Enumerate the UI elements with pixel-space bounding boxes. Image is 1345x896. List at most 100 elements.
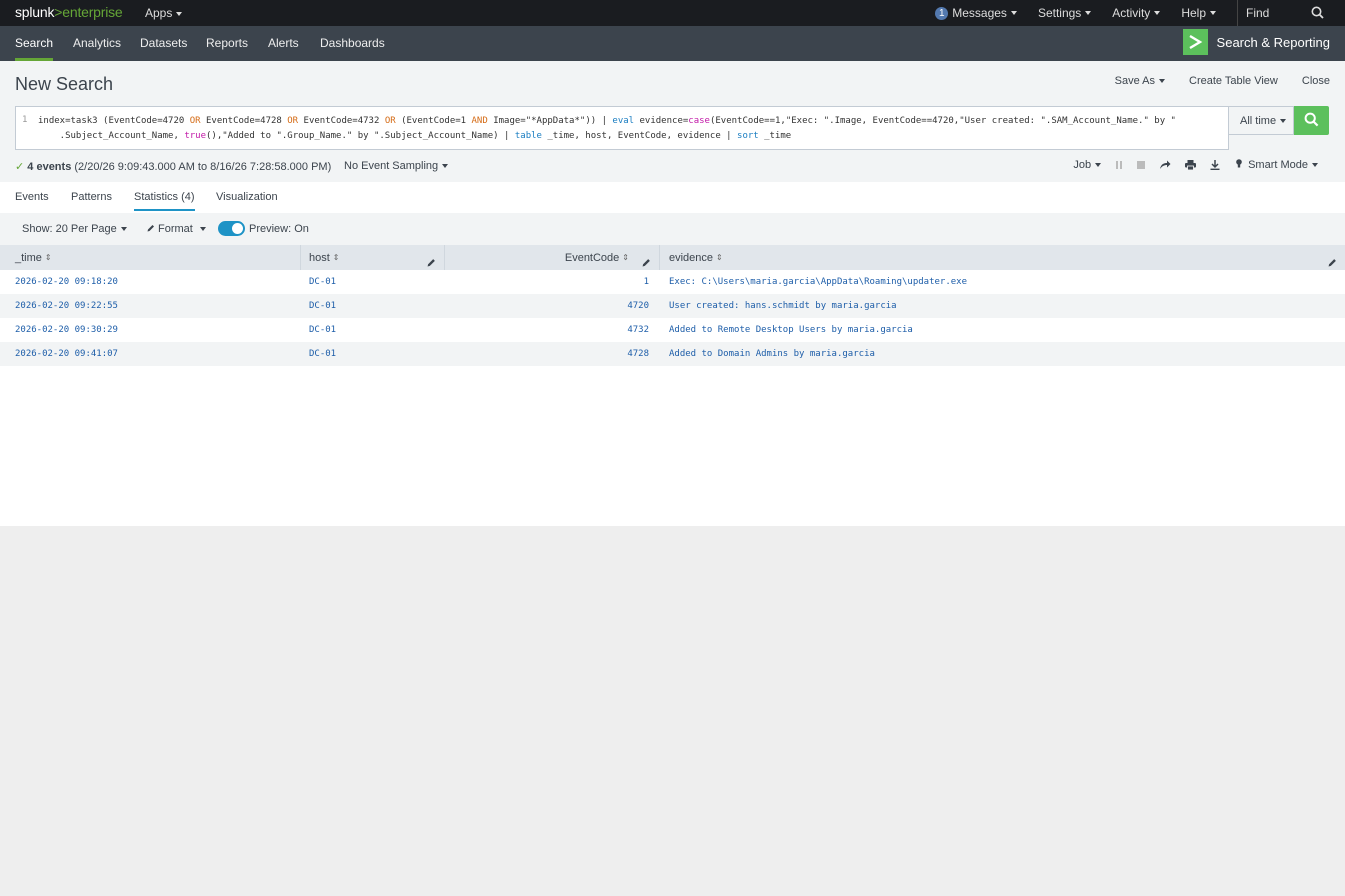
print-icon[interactable] bbox=[1185, 160, 1197, 170]
cell-host[interactable]: DC-01 bbox=[309, 301, 336, 311]
line-number: 1 bbox=[22, 115, 28, 125]
tab-reports[interactable]: Reports bbox=[206, 26, 248, 61]
column-header-time[interactable]: _time ⇕ bbox=[0, 245, 301, 270]
messages-count-badge: 1 bbox=[935, 6, 949, 20]
column-header-eventcode[interactable]: EventCode ⇕ bbox=[445, 245, 660, 270]
app-title-label: Search & Reporting bbox=[1216, 34, 1330, 50]
settings-label: Settings bbox=[1037, 6, 1082, 20]
time-range-label: All time bbox=[1240, 115, 1277, 127]
cell-host[interactable]: DC-01 bbox=[309, 325, 336, 335]
search-query-editor[interactable]: 1 index=task3 (EventCode=4720 OR EventCo… bbox=[15, 106, 1229, 150]
preview-toggle[interactable] bbox=[218, 221, 245, 236]
cell-time[interactable]: 2026-02-20 09:41:07 bbox=[15, 349, 118, 359]
search-status: ✓ 4 events (2/20/26 9:09:43.000 AM to 8/… bbox=[15, 160, 331, 173]
cell-time[interactable]: 2026-02-20 09:22:55 bbox=[15, 301, 118, 311]
column-header-evidence[interactable]: evidence ⇕ bbox=[660, 245, 1345, 270]
cell-time[interactable]: 2026-02-20 09:18:20 bbox=[15, 277, 118, 287]
cell-evidence[interactable]: Exec: C:\Users\maria.garcia\AppData\Roam… bbox=[669, 277, 967, 287]
download-icon[interactable] bbox=[1210, 160, 1220, 170]
table-row: 2026-02-20 09:30:29 DC-01 4732 Added to … bbox=[0, 318, 1345, 342]
tab-events[interactable]: Events bbox=[15, 191, 49, 203]
app-logo-icon bbox=[1182, 29, 1208, 55]
close-button[interactable]: Close bbox=[1302, 75, 1330, 87]
tab-statistics[interactable]: Statistics (4) bbox=[134, 191, 195, 211]
chevron-down-icon bbox=[199, 227, 206, 231]
event-time-range: (2/20/26 9:09:43.000 AM to 8/16/26 7:28:… bbox=[74, 161, 332, 173]
per-page-label: Show: 20 Per Page bbox=[22, 223, 117, 235]
time-range-picker[interactable]: All time bbox=[1229, 106, 1294, 135]
chevron-down-icon bbox=[1210, 11, 1216, 15]
job-menu[interactable]: Job bbox=[1073, 159, 1102, 171]
format-label: Format bbox=[158, 223, 193, 235]
lightbulb-icon bbox=[1236, 159, 1242, 171]
tab-datasets[interactable]: Datasets bbox=[140, 26, 187, 61]
cell-eventcode[interactable]: 1 bbox=[644, 277, 649, 287]
share-icon[interactable] bbox=[1159, 160, 1171, 170]
messages-menu[interactable]: 1 Messages bbox=[935, 6, 1017, 20]
cell-time[interactable]: 2026-02-20 09:30:29 bbox=[15, 325, 118, 335]
search-query-text[interactable]: index=task3 (EventCode=4720 OR EventCode… bbox=[38, 114, 1218, 144]
per-page-dropdown[interactable]: Show: 20 Per Page bbox=[22, 223, 127, 235]
sort-icon: ⇕ bbox=[44, 253, 52, 262]
activity-menu[interactable]: Activity bbox=[1112, 6, 1161, 20]
job-toolbar: Job Smart Mode bbox=[1059, 159, 1318, 171]
help-menu[interactable]: Help bbox=[1181, 6, 1216, 20]
search-header: New Search Save As Create Table View Clo… bbox=[0, 61, 1345, 182]
find-input[interactable] bbox=[1238, 6, 1308, 20]
cell-evidence[interactable]: User created: hans.schmidt by maria.garc… bbox=[669, 301, 897, 311]
smart-mode-dropdown[interactable]: Smart Mode bbox=[1236, 159, 1318, 171]
tab-alerts[interactable]: Alerts bbox=[268, 26, 299, 61]
smart-mode-label: Smart Mode bbox=[1248, 159, 1308, 171]
table-row: 2026-02-20 09:41:07 DC-01 4728 Added to … bbox=[0, 342, 1345, 366]
tab-dashboards[interactable]: Dashboards bbox=[320, 26, 385, 61]
page-title: New Search bbox=[15, 74, 114, 94]
checkmark-icon: ✓ bbox=[15, 161, 25, 173]
logo-splunk-text: splunk bbox=[15, 4, 55, 20]
results-toolbar: Show: 20 Per Page Format Preview: On bbox=[0, 213, 1345, 245]
app-title[interactable]: Search & Reporting bbox=[1182, 29, 1330, 55]
toggle-knob bbox=[232, 223, 243, 234]
save-as-button[interactable]: Save As bbox=[1115, 75, 1165, 87]
column-header-host[interactable]: host ⇕ bbox=[301, 245, 445, 270]
chevron-down-icon bbox=[442, 164, 449, 169]
cell-eventcode[interactable]: 4732 bbox=[627, 325, 649, 335]
chevron-down-icon bbox=[1010, 11, 1017, 15]
chevron-down-icon bbox=[1280, 119, 1287, 124]
run-search-button[interactable] bbox=[1294, 106, 1329, 135]
activity-label: Activity bbox=[1112, 6, 1151, 20]
search-icon[interactable] bbox=[1311, 6, 1324, 22]
cell-evidence[interactable]: Added to Domain Admins by maria.garcia bbox=[669, 349, 875, 359]
sort-icon: ⇕ bbox=[716, 253, 723, 262]
messages-label: Messages bbox=[952, 6, 1007, 20]
apps-menu[interactable]: Apps bbox=[145, 6, 183, 20]
cell-eventcode[interactable]: 4720 bbox=[627, 301, 649, 311]
tab-patterns[interactable]: Patterns bbox=[71, 191, 112, 203]
table-row: 2026-02-20 09:22:55 DC-01 4720 User crea… bbox=[0, 294, 1345, 318]
search-icon bbox=[1304, 112, 1319, 130]
chevron-down-icon bbox=[120, 227, 127, 231]
column-label: _time bbox=[15, 252, 42, 264]
cell-host[interactable]: DC-01 bbox=[309, 277, 336, 287]
cell-eventcode[interactable]: 4728 bbox=[627, 349, 649, 359]
create-table-view-button[interactable]: Create Table View bbox=[1189, 75, 1278, 87]
help-label: Help bbox=[1181, 6, 1206, 20]
pencil-icon bbox=[147, 223, 155, 235]
cell-host[interactable]: DC-01 bbox=[309, 349, 336, 359]
tab-analytics[interactable]: Analytics bbox=[73, 26, 121, 61]
logo-enterprise-text: enterprise bbox=[62, 4, 123, 20]
event-sampling-dropdown[interactable]: No Event Sampling bbox=[344, 160, 449, 172]
tab-visualization[interactable]: Visualization bbox=[216, 191, 278, 203]
main-panel: New Search Save As Create Table View Clo… bbox=[0, 61, 1345, 526]
splunk-logo[interactable]: splunk>enterprise bbox=[15, 4, 123, 20]
pause-icon[interactable] bbox=[1115, 161, 1123, 169]
chevron-down-icon bbox=[1085, 11, 1092, 15]
top-bar: splunk>enterprise Apps 1 Messages Settin… bbox=[0, 0, 1345, 26]
tab-search[interactable]: Search bbox=[15, 26, 54, 61]
sampling-label: No Event Sampling bbox=[344, 160, 439, 172]
settings-menu[interactable]: Settings bbox=[1037, 6, 1092, 20]
cell-evidence[interactable]: Added to Remote Desktop Users by maria.g… bbox=[669, 325, 913, 335]
stop-icon[interactable] bbox=[1137, 161, 1146, 169]
results-tabs: Events Patterns Statistics (4) Visualiza… bbox=[0, 182, 1345, 213]
format-dropdown[interactable]: Format bbox=[147, 223, 206, 235]
preview-label: Preview: On bbox=[249, 223, 309, 235]
